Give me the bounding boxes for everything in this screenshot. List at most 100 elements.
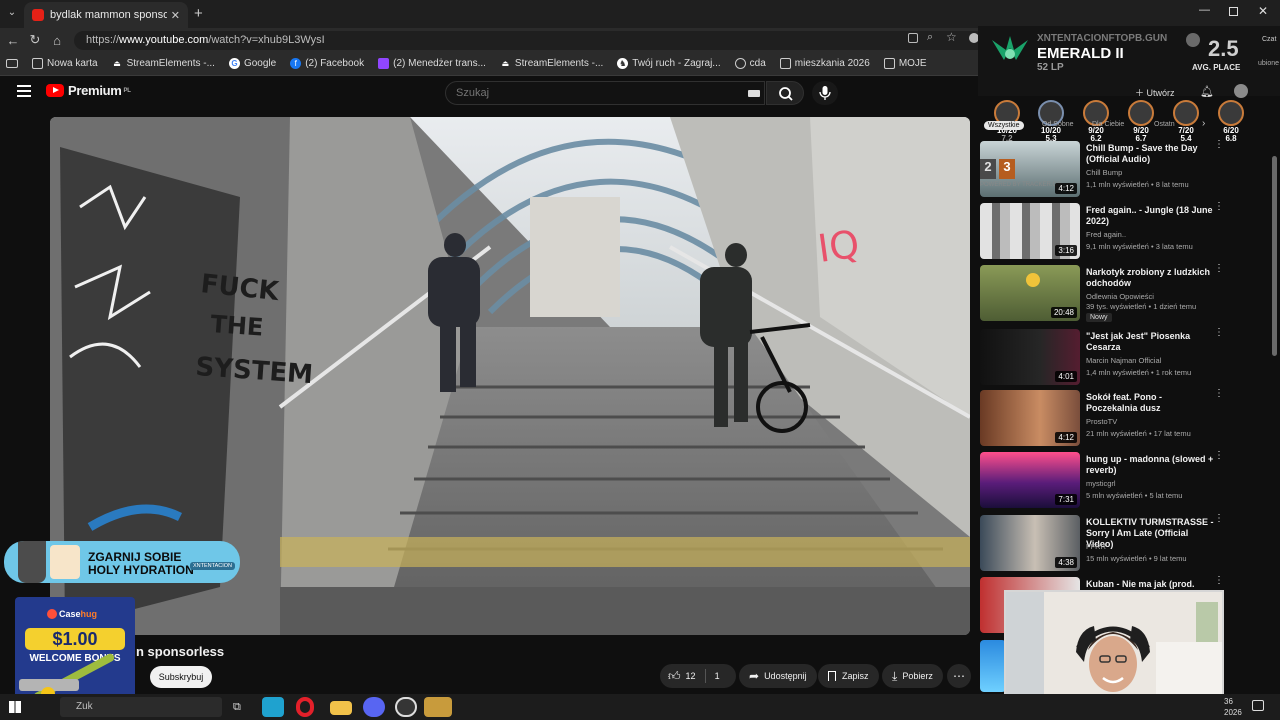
microphone-icon [819,86,831,100]
video-title: "Jest jak Jest" Piosenka Cesarza [1086,331,1191,352]
channel-name[interactable]: Chill Bump [1086,168,1122,177]
video-thumbnail[interactable]: 2 3 POWERED BY TRACKER.GG 4:12 [980,141,1080,197]
avatar[interactable] [1186,33,1200,47]
task-view-icon[interactable]: ⧉ [233,701,241,714]
more-vertical-icon[interactable]: ⋮ [1214,514,1224,524]
channel-name[interactable]: Marcin Najman Official [1086,356,1161,365]
chip-2[interactable]: Od Sobne [1042,121,1074,128]
keyboard-icon[interactable] [748,90,760,97]
minimize-window-icon[interactable]: — [1199,4,1210,16]
recommendation-item[interactable]: 2 3 POWERED BY TRACKER.GG 4:12 Chill Bum… [980,140,1250,199]
save-button[interactable]: Zapisz [818,664,879,688]
bookmark-item[interactable]: ⏏ StreamElements -... [500,58,604,69]
champion-icon [1173,100,1199,126]
more-vertical-icon[interactable]: ⋮ [1214,202,1224,212]
more-vertical-icon[interactable]: ⋮ [1214,328,1224,338]
more-vertical-icon[interactable]: ⋮ [1214,576,1224,586]
zoom-icon[interactable]: ⌕ [927,31,933,44]
chip-3[interactable]: Dla Ciebie [1092,121,1124,128]
tab-list-chevron-icon[interactable]: ⌄ [6,7,18,19]
opera-icon[interactable] [296,697,314,717]
bookmark-item[interactable]: G Google [228,58,276,69]
close-window-icon[interactable]: ✕ [1258,4,1268,18]
menu-hamburger-icon[interactable] [17,85,31,97]
file-explorer-icon[interactable] [330,701,352,715]
recommendation-item[interactable]: 4:12 Sokół feat. Pono - Poczekalnia dusz… [980,389,1250,448]
bookmark-item[interactable]: mieszkania 2026 [779,58,870,69]
youtube-logo[interactable]: Premium PL [46,83,131,98]
youtube-play-icon [46,84,64,97]
more-vertical-icon[interactable]: ⋮ [1214,264,1224,274]
recommendation-item[interactable]: 20:48 Narkotyk zrobiony z ludzkich odcho… [980,264,1250,323]
sidebar-scrollbar[interactable] [1272,156,1277,356]
install-app-icon[interactable] [908,33,918,43]
bookmark-item[interactable]: Nowa karta [32,58,98,69]
recommendation-item[interactable]: 4:38 KOLLEKTIV TURMSTRASSE - Sorry I Am … [980,514,1250,573]
windows-start-icon[interactable] [9,701,21,713]
bookmark-item[interactable]: ♞ Twój ruch - Zagraj... [617,58,721,69]
url-field[interactable]: https://www.youtube.com/watch?v=xhub9L3W… [74,31,994,50]
tab-close-icon[interactable]: ✕ [171,9,180,22]
video-thumbnail[interactable]: 4:01 [980,329,1080,385]
search-button[interactable] [766,81,804,105]
video-thumbnail[interactable]: 4:38 [980,515,1080,571]
recommendation-item[interactable]: 7:31 hung up - madonna (slowed + reverb)… [980,451,1250,510]
subscribe-button[interactable]: Subskrybuj [150,666,212,688]
more-vertical-icon[interactable]: ⋮ [1214,451,1224,461]
video-thumbnail[interactable]: 20:48 [980,265,1080,321]
logo-text: Premium [68,83,122,98]
bookmark-item[interactable]: MOJE [883,58,927,69]
voice-search-button[interactable] [812,81,838,105]
channel-name[interactable]: FFRR [1086,542,1106,551]
casehug-brand: Casehug [59,609,98,619]
download-button[interactable]: ⤓ Pobierz [882,664,943,688]
channel-name[interactable]: Fred again.. [1086,230,1126,239]
streamelements-icon: ⏏ [501,59,510,68]
chip-4[interactable]: Ostatn [1154,121,1175,128]
recommendation-item[interactable]: 3:16 Fred again.. - Jungle (18 June 2022… [980,202,1250,261]
channel-name[interactable]: Odlewnia Opowieści [1086,292,1154,301]
bookmark-item[interactable]: cda [734,58,766,69]
home-icon[interactable]: ⌂ [46,33,68,48]
more-vertical-icon[interactable]: ⋮ [1214,389,1224,399]
apps-icon[interactable] [6,59,18,68]
channel-name[interactable]: mysticgrl [1086,479,1116,488]
clock-date[interactable]: 2026 [1224,708,1242,717]
bookmark-icon [828,671,836,681]
notification-center-icon[interactable] [1252,700,1264,711]
video-title: n sponsorless [136,644,225,659]
hydration-tag: XNTENTACION [190,562,236,570]
search-input[interactable] [445,81,765,105]
chevron-right-icon[interactable]: › [1202,118,1205,129]
recommendation-item[interactable]: 4:01 "Jest jak Jest" Piosenka Cesarza Ma… [980,328,1250,387]
like-button[interactable]: 👍︎ 12 1 [660,664,736,688]
back-arrow-icon[interactable]: ← [2,33,24,48]
bookmark-star-icon[interactable]: ☆ [946,30,957,44]
video-thumbnail[interactable]: 4:12 [980,390,1080,446]
bookmark-item[interactable]: f (2) Facebook [290,58,364,69]
more-actions-button[interactable]: ⋯ [947,664,971,688]
reload-icon[interactable]: ↻ [24,32,46,48]
logo-country: PL [123,87,131,94]
facebook-icon: f [290,58,302,69]
bookmark-item[interactable]: ⏏ StreamElements -... [112,58,215,69]
share-button[interactable]: ➦ Udostępnij [739,664,817,688]
chip-all[interactable]: Wszystkie [984,121,1024,130]
video-thumbnail[interactable]: 7:31 [980,452,1080,508]
browser-tab-active[interactable]: bydlak mammon sponsorless - Yo ✕ [24,2,188,28]
obs-icon[interactable] [395,697,417,717]
chat-label[interactable]: Czat [1262,36,1276,43]
video-thumbnail[interactable]: 3:16 [980,203,1080,259]
league-client-icon[interactable] [424,697,452,717]
casehug-logo-icon [47,609,57,619]
channel-name[interactable]: ProstoTV [1086,417,1117,426]
maximize-window-icon[interactable] [1229,7,1238,16]
more-vertical-icon[interactable]: ⋮ [1214,140,1224,150]
taskbar-search-box[interactable]: Zuk [60,697,222,717]
place-badge: 2 [980,159,996,179]
edge-icon[interactable] [262,697,284,717]
clock-time[interactable]: 36 [1224,697,1233,706]
bookmark-item[interactable]: (2) Menedżer trans... [378,58,486,69]
discord-icon[interactable] [363,697,385,717]
new-tab-button[interactable]: + [194,5,203,22]
